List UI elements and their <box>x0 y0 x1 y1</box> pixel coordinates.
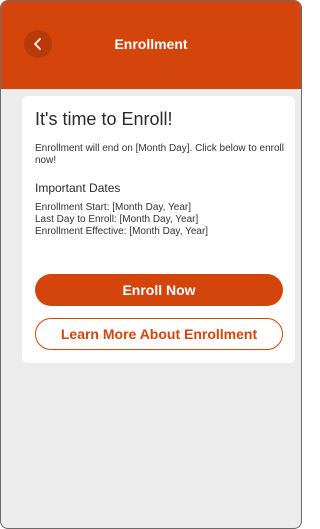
date-enrollment-effective: Enrollment Effective: [Month Day, Year] <box>35 226 209 237</box>
page-title: Enrollment <box>114 36 188 52</box>
learn-more-button[interactable]: Learn More About Enrollment <box>35 318 283 350</box>
enrollment-card: It's time to Enroll! Enrollment will end… <box>22 96 295 363</box>
important-dates-heading: Important Dates <box>35 181 121 195</box>
card-title: It's time to Enroll! <box>35 109 173 129</box>
date-last-day-to-enroll: Last Day to Enroll: [Month Day, Year] <box>35 214 199 225</box>
app-header: Enrollment <box>1 1 301 89</box>
enroll-now-button[interactable]: Enroll Now <box>35 274 283 306</box>
important-dates-list: Enrollment Start: [Month Day, Year] Last… <box>35 202 208 238</box>
card-description: Enrollment will end on [Month Day]. Clic… <box>35 143 284 166</box>
date-enrollment-start: Enrollment Start: [Month Day, Year] <box>35 202 192 213</box>
phone-screen: Enrollment It's time to Enroll! Enrollme… <box>0 0 302 529</box>
